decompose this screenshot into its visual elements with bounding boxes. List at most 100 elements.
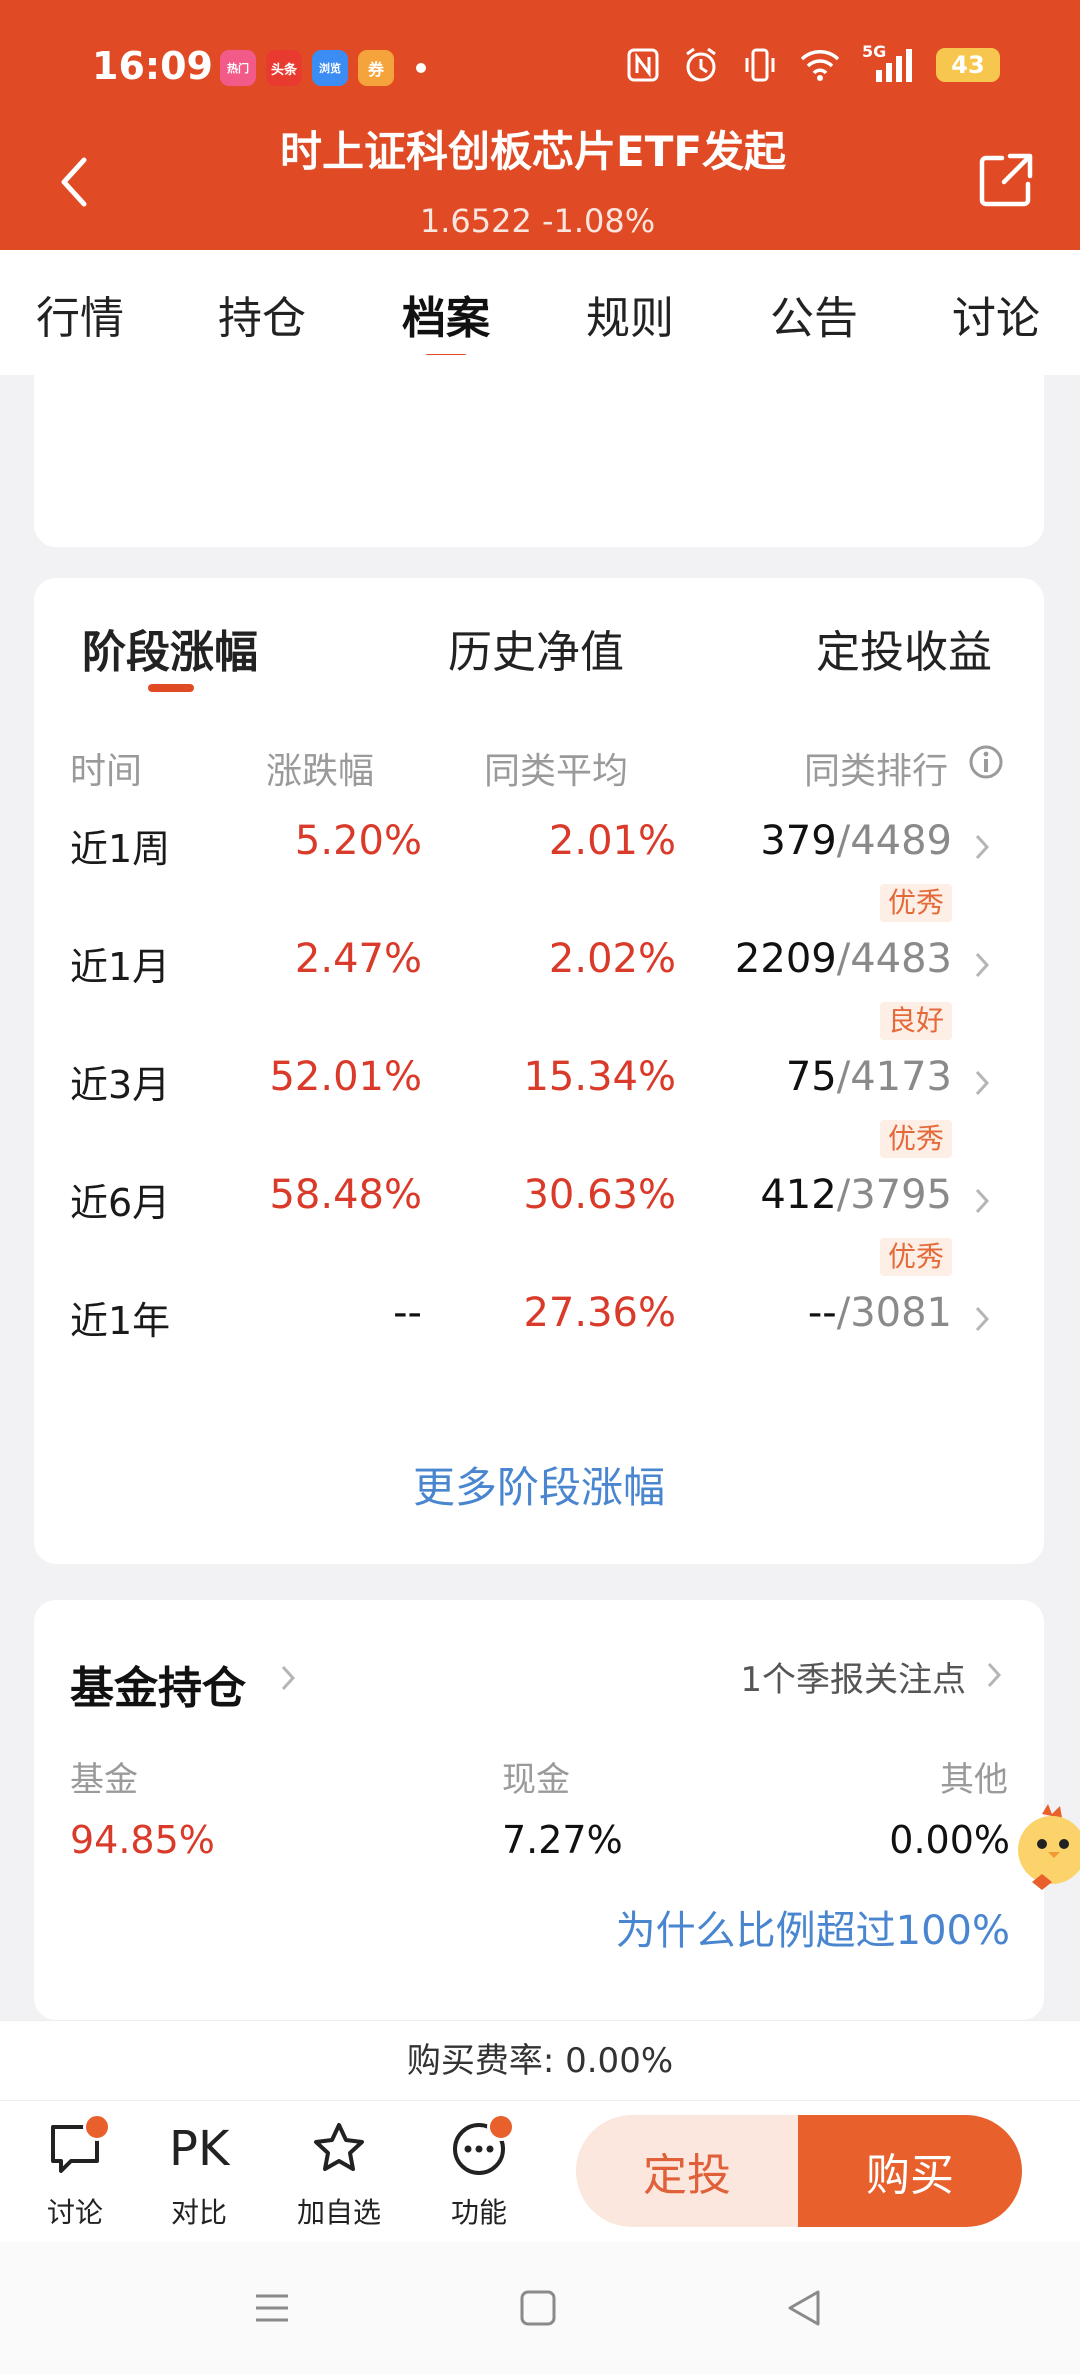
sip-button[interactable]: 定投	[576, 2115, 798, 2227]
holding-label-other: 其他	[940, 1760, 1008, 1800]
coupon-notification-icon: 券	[358, 50, 394, 86]
row-period: 近1年	[70, 1299, 171, 1343]
menu-icon[interactable]	[250, 2286, 294, 2330]
perf-tab-stage-return[interactable]: 阶段涨幅	[82, 616, 258, 680]
notification-dot	[487, 2113, 515, 2141]
fund-price-change: 1.6522 -1.08%	[419, 202, 656, 240]
app-notification-icon: 热门	[220, 50, 256, 86]
row-peer-avg: 30.63%	[523, 1172, 676, 1218]
table-row[interactable]: 近1月 2.47% 2.02% 2209/4483 良好	[34, 936, 1044, 1054]
system-nav-bar	[0, 2242, 1080, 2374]
table-row[interactable]: 近6月 58.48% 30.63% 412/3795 优秀	[34, 1172, 1044, 1290]
battery-indicator: 43	[936, 48, 1000, 82]
vibrate-icon	[745, 48, 775, 82]
share-icon[interactable]	[976, 150, 1036, 210]
perf-tab-sip-return[interactable]: 定投收益	[816, 616, 992, 680]
holding-value-fund: 94.85%	[70, 1818, 215, 1862]
tab-rules[interactable]: 规则	[586, 282, 674, 346]
comment-icon	[45, 2113, 111, 2179]
chevron-right-icon	[975, 834, 990, 860]
row-change: 5.20%	[294, 818, 422, 864]
chevron-right-icon	[975, 1188, 990, 1214]
holdings-card: 基金持仓 1个季报关注点 基金 94.85% 现金 7.27% 其他 0.00%…	[34, 1600, 1044, 2020]
performance-card: 阶段涨幅 历史净值 定投收益 时间 涨跌幅 同类平均 同类排行 近1周 5.20…	[34, 578, 1044, 1564]
row-peer-avg: 2.01%	[548, 818, 676, 864]
add-watchlist-button[interactable]: 加自选	[284, 2119, 394, 2231]
home-icon[interactable]	[516, 2286, 560, 2330]
rank-badge: 优秀	[879, 1120, 952, 1158]
compare-button[interactable]: PK 对比	[144, 2119, 254, 2231]
alarm-icon	[686, 47, 716, 82]
tab-market[interactable]: 行情	[36, 282, 124, 346]
fund-title: 时上证科创板芯片ETF发起	[280, 127, 787, 176]
discuss-label: 讨论	[46, 2196, 103, 2229]
browser-notification-icon: 浏览	[312, 50, 348, 86]
compare-label: 对比	[170, 2196, 227, 2229]
table-row[interactable]: 近3月 52.01% 15.34% 75/4173 优秀	[34, 1054, 1044, 1172]
mascot-chick-icon[interactable]	[1012, 1800, 1080, 1900]
row-period: 近6月	[70, 1181, 171, 1225]
more-functions-icon	[449, 2113, 515, 2179]
row-rank: 75/4173	[785, 1054, 952, 1100]
col-header-period: 时间	[70, 751, 143, 792]
nfc-icon	[627, 48, 659, 82]
row-period: 近1周	[70, 827, 171, 871]
wifi-icon	[800, 50, 840, 81]
tab-profile[interactable]: 档案	[402, 282, 490, 346]
status-right-icons: 5G 43	[626, 42, 1000, 84]
cellular-signal-icon: 5G	[862, 42, 914, 84]
app-header: 16:09 热门 头条 浏览 券 5G 43 时上证科创板芯片ETF发起 1.6…	[0, 0, 1080, 250]
row-period: 近1月	[70, 945, 171, 989]
rank-badge: 良好	[879, 1002, 952, 1040]
more-notifications-dot	[416, 63, 426, 73]
status-time: 16:09	[92, 44, 213, 88]
holding-value-other: 0.00%	[889, 1818, 1010, 1862]
status-bar: 16:09 热门 头条 浏览 券 5G 43	[0, 40, 1080, 100]
star-icon	[309, 2119, 369, 2179]
notification-dot	[83, 2113, 111, 2141]
row-period: 近3月	[70, 1063, 171, 1107]
col-header-change: 涨跌幅	[266, 751, 375, 792]
perf-tab-history-nav[interactable]: 历史净值	[448, 616, 624, 680]
row-rank: 412/3795	[760, 1172, 952, 1218]
perf-tab-indicator	[148, 684, 194, 692]
holding-label-fund: 基金	[70, 1760, 138, 1800]
col-header-peer-avg: 同类平均	[484, 751, 629, 792]
col-header-peer-rank: 同类排行	[804, 751, 949, 792]
tab-announcements[interactable]: 公告	[770, 282, 858, 346]
info-icon[interactable]	[968, 744, 1004, 780]
tab-holdings[interactable]: 持仓	[218, 282, 306, 346]
functions-button[interactable]: 功能	[424, 2113, 534, 2231]
row-rank: 2209/4483	[734, 936, 952, 982]
row-change: --	[393, 1290, 422, 1336]
chevron-right-icon	[975, 1070, 990, 1096]
rank-badge: 优秀	[879, 1238, 952, 1276]
buy-button[interactable]: 购买	[798, 2115, 1022, 2227]
table-row[interactable]: 近1年 -- 27.36% --/3081	[34, 1290, 1044, 1408]
more-stage-returns-link[interactable]: 更多阶段涨幅	[34, 1454, 1044, 1515]
why-over-100-link[interactable]: 为什么比例超过100%	[616, 1898, 1010, 1956]
holding-label-cash: 现金	[502, 1760, 570, 1800]
back-nav-icon[interactable]	[782, 2286, 826, 2330]
toutiao-notification-icon: 头条	[266, 50, 302, 86]
row-peer-avg: 15.34%	[523, 1054, 676, 1100]
holdings-title[interactable]: 基金持仓	[70, 1652, 246, 1716]
row-change: 2.47%	[294, 936, 422, 982]
row-change: 52.01%	[269, 1054, 422, 1100]
chevron-right-icon	[975, 952, 990, 978]
status-app-icons: 热门 头条 浏览 券	[220, 50, 426, 86]
watch-label: 加自选	[296, 2196, 381, 2229]
row-change: 58.48%	[269, 1172, 422, 1218]
discuss-button[interactable]: 讨论	[20, 2113, 130, 2231]
holding-value-cash: 7.27%	[502, 1818, 623, 1862]
table-row[interactable]: 近1周 5.20% 2.01% 379/4489 优秀	[34, 818, 1044, 936]
chevron-right-icon	[975, 1306, 990, 1332]
chevron-right-icon[interactable]	[278, 1662, 298, 1694]
functions-label: 功能	[450, 2196, 507, 2229]
chevron-right-icon[interactable]	[984, 1660, 1004, 1690]
quarterly-report-note[interactable]: 1个季报关注点	[740, 1652, 966, 1701]
rank-badge: 优秀	[879, 884, 952, 922]
pk-icon: PK	[169, 2121, 230, 2177]
tab-discussion[interactable]: 讨论	[952, 282, 1040, 346]
row-rank: 379/4489	[760, 818, 952, 864]
